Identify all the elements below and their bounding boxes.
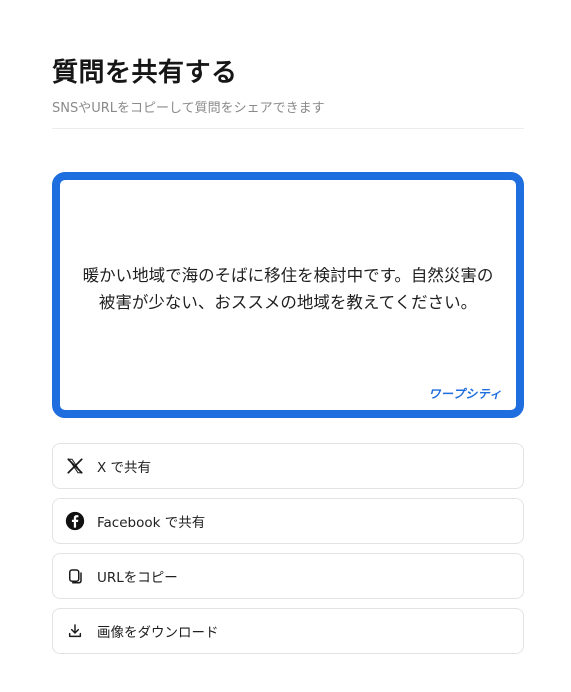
copy-url-label: URLをコピー bbox=[97, 570, 178, 586]
brand-logo: ワープシティ bbox=[428, 387, 502, 401]
share-facebook-button[interactable]: Facebook で共有 bbox=[52, 498, 524, 544]
share-x-button[interactable]: X で共有 bbox=[52, 443, 524, 489]
page-title: 質問を共有する bbox=[52, 58, 238, 88]
download-image-button[interactable]: 画像をダウンロード bbox=[52, 608, 524, 654]
divider bbox=[52, 128, 524, 129]
question-preview-card: 暖かい地域で海のそばに移住を検討中です。自然災害の被害が少ない、おススメの地域を… bbox=[52, 172, 524, 418]
copy-icon bbox=[65, 566, 85, 586]
x-logo-icon bbox=[65, 456, 85, 476]
copy-url-button[interactable]: URLをコピー bbox=[52, 553, 524, 599]
download-image-label: 画像をダウンロード bbox=[97, 625, 219, 641]
page-subtitle: SNSやURLをコピーして質問をシェアできます bbox=[52, 101, 325, 116]
download-icon bbox=[65, 621, 85, 641]
facebook-icon bbox=[65, 511, 85, 531]
share-facebook-label: Facebook で共有 bbox=[97, 515, 206, 531]
share-x-label: X で共有 bbox=[97, 460, 152, 476]
question-text: 暖かい地域で海のそばに移住を検討中です。自然災害の被害が少ない、おススメの地域を… bbox=[82, 266, 494, 312]
